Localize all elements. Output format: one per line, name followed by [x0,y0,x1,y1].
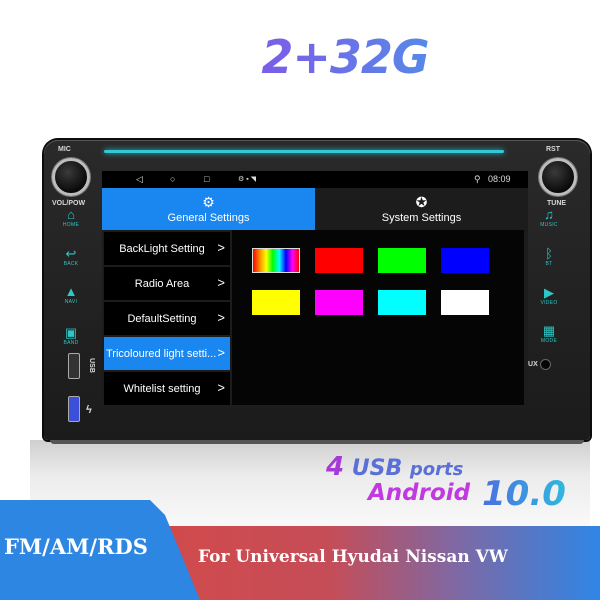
menu-item-label: DefaultSetting [127,312,197,325]
head-unit: MIC VOL/POW RST TUNE ⌂ HOME ↩ BACK ▲ NAV… [44,140,590,444]
android-label: Android [368,480,471,506]
scrollbar[interactable] [524,230,528,405]
bt-button[interactable]: ᛒ BT [534,246,564,268]
compatibility-text: For Universal Hyudai Nissan VW [198,547,508,567]
bt-label: BT [545,261,553,267]
chevron-right-icon: > [217,275,225,290]
chevron-right-icon: > [217,345,225,360]
charge-icon: ϟ [86,404,92,416]
color-swatch-rainbow[interactable] [252,248,300,273]
color-swatch-ff00ff[interactable] [315,290,363,315]
color-swatch-ffffff[interactable] [441,290,489,315]
color-swatch-00ff00[interactable] [378,248,426,273]
color-panel [230,230,528,405]
mode-icon: ▦ [542,323,556,338]
status-bar: ◁ ○ □ ⚙ ▪ ◥ ⚲ 08:09 [102,171,528,188]
video-button[interactable]: ▶ VIDEO [534,285,564,307]
usb-port-2 [68,396,80,422]
tune-label: TUNE [547,200,567,207]
touch-screen: ◁ ○ □ ⚙ ▪ ◥ ⚲ 08:09 ⚙ General Settings ✪… [102,171,528,405]
usb-text: USB [351,456,403,481]
band-button[interactable]: ▣ BAND [56,325,86,347]
tab-system-settings[interactable]: ✪ System Settings [315,188,528,230]
band-icon: ▣ [64,325,78,340]
clock: 08:09 [488,174,511,184]
mode-label: MODE [540,338,558,344]
navi-label: NAVI [64,299,78,305]
video-icon: ▶ [544,285,554,300]
mode-button[interactable]: ▦ MODE [534,323,564,345]
menu-item-whitelist[interactable]: Whitelist setting > [104,372,230,405]
home-label: HOME [62,222,80,228]
chevron-right-icon: > [217,380,225,395]
menu-item-label: BackLight Setting [119,242,205,255]
tab-general-settings[interactable]: ⚙ General Settings [102,188,315,230]
bluetooth-icon: ᛒ [545,246,553,261]
menu-item-label: Whitelist setting [123,382,201,395]
system-icon: ✪ [415,194,428,210]
radio-feature-text: FM/AM/RDS [4,534,148,559]
menu-item-label: Tricoloured light setti... [106,347,217,360]
tab-label: System Settings [381,212,462,224]
color-swatch-ffff00[interactable] [252,290,300,315]
settings-menu: BackLight Setting > Radio Area > Default… [102,230,230,405]
usb-port-1 [68,353,80,379]
nav-back-icon[interactable]: ◁ [136,174,143,185]
nav-recents-icon[interactable]: □ [204,174,209,184]
ambient-light-bar [104,150,504,153]
music-button[interactable]: ♫ MUSIC [534,207,564,229]
tune-knob[interactable] [539,158,577,196]
nav-home-icon[interactable]: ○ [170,174,175,184]
volume-power-knob[interactable] [52,158,90,196]
back-button[interactable]: ↩ BACK [56,246,86,268]
navi-icon: ▲ [64,284,78,299]
video-label: VIDEO [540,300,558,306]
chevron-right-icon: > [217,310,225,325]
vol-pow-label: VOL/POW [52,200,86,207]
ports-text: ports [409,459,464,480]
music-label: MUSIC [540,222,558,228]
usb-count: 4 [326,452,345,482]
aux-jack [540,359,551,370]
chevron-right-icon: > [217,240,225,255]
back-label: BACK [63,261,79,267]
navi-button[interactable]: ▲ NAVI [56,284,86,306]
usb-label: USB [87,358,95,373]
usb-ports-feature: 4 USB ports [326,452,463,482]
product-image: 2+32G MIC VOL/POW RST TUNE ⌂ HOME ↩ BACK… [0,0,600,600]
settings-tabs: ⚙ General Settings ✪ System Settings [102,188,528,230]
menu-item-tricoloured-light[interactable]: Tricoloured light setti... > [104,337,230,370]
menu-item-radio-area[interactable]: Radio Area > [104,267,230,300]
notification-icons: ⚙ ▪ ◥ [238,176,257,183]
color-swatch-grid [252,248,489,315]
color-swatch-0000ff[interactable] [441,248,489,273]
band-label: BAND [63,340,79,346]
music-icon: ♫ [544,207,554,222]
location-icon: ⚲ [474,174,481,184]
menu-item-backlight[interactable]: BackLight Setting > [104,232,230,265]
tab-label: General Settings [167,212,250,224]
mic-label: MIC [58,146,71,153]
home-button[interactable]: ⌂ HOME [56,207,86,229]
rst-label: RST [546,146,560,153]
menu-item-label: Radio Area [134,277,190,290]
gear-icon: ⚙ [202,194,215,210]
settings-body: BackLight Setting > Radio Area > Default… [102,230,528,405]
back-icon: ↩ [65,246,77,261]
color-swatch-00ffff[interactable] [378,290,426,315]
storage-headline: 2+32G [0,30,600,84]
home-icon: ⌂ [67,207,75,222]
color-swatch-ff0000[interactable] [315,248,363,273]
menu-item-default-setting[interactable]: DefaultSetting > [104,302,230,335]
android-version: 10.0 [482,474,566,514]
